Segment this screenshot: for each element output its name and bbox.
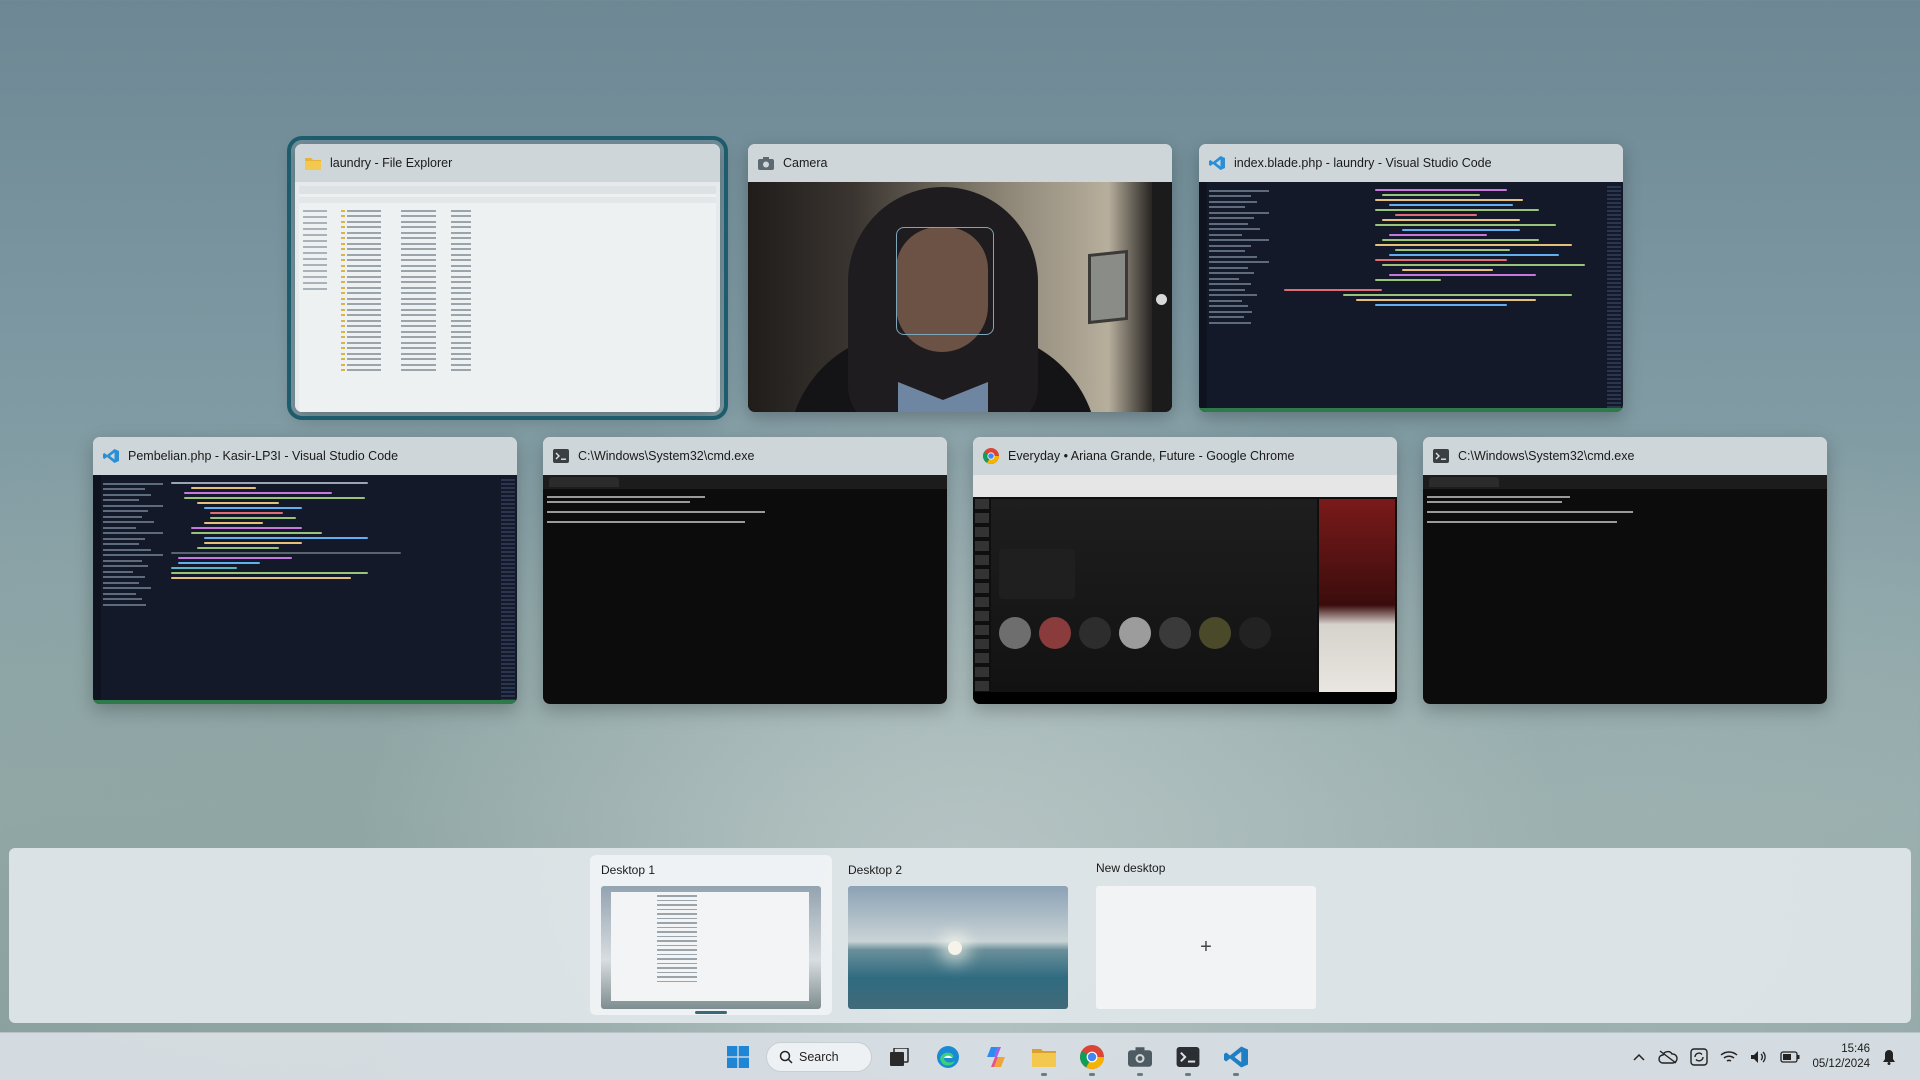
window-camera[interactable]: Camera bbox=[748, 144, 1172, 412]
chrome-icon bbox=[983, 448, 999, 464]
edge-button[interactable] bbox=[928, 1037, 968, 1077]
window-title-bar: Pembelian.php - Kasir-LP3I - Visual Stud… bbox=[93, 437, 517, 475]
face-detection-box bbox=[896, 227, 994, 335]
onedrive-icon[interactable] bbox=[1658, 1050, 1679, 1064]
window-preview bbox=[1423, 475, 1827, 704]
task-view-icon bbox=[890, 1048, 909, 1066]
clock-time: 15:46 bbox=[1841, 1043, 1870, 1055]
window-cmd-2[interactable]: C:\Windows\System32\cmd.exe bbox=[1423, 437, 1827, 704]
window-title: C:\Windows\System32\cmd.exe bbox=[578, 449, 755, 463]
window-title: Everyday • Ariana Grande, Future - Googl… bbox=[1008, 449, 1295, 463]
plus-icon: + bbox=[1200, 936, 1212, 958]
terminal-icon bbox=[1176, 1047, 1200, 1067]
edge-icon bbox=[937, 1046, 959, 1068]
window-title-bar: Camera bbox=[748, 144, 1172, 182]
file-explorer-icon bbox=[1032, 1049, 1056, 1067]
window-preview bbox=[543, 475, 947, 704]
clock-date: 05/12/2024 bbox=[1812, 1058, 1870, 1070]
window-title: C:\Windows\System32\cmd.exe bbox=[1458, 449, 1635, 463]
task-view-button[interactable] bbox=[880, 1037, 920, 1077]
chevron-up-icon[interactable] bbox=[1632, 1052, 1646, 1062]
window-vscode-index[interactable]: index.blade.php - laundry - Visual Studi… bbox=[1199, 144, 1623, 412]
clock[interactable]: 15:46 05/12/2024 bbox=[1812, 1042, 1870, 1072]
camera-icon bbox=[758, 155, 774, 171]
search-icon bbox=[779, 1050, 793, 1064]
window-preview bbox=[93, 475, 517, 704]
file-explorer-button[interactable] bbox=[1024, 1037, 1064, 1077]
vscode-icon bbox=[103, 448, 119, 464]
chrome-icon bbox=[1080, 1045, 1104, 1069]
taskbar-apps: Search bbox=[718, 1037, 1256, 1077]
sync-icon[interactable] bbox=[1690, 1048, 1709, 1066]
search-label: Search bbox=[799, 1050, 839, 1064]
new-desktop-tile[interactable]: + bbox=[1096, 886, 1316, 1009]
camera-icon bbox=[1128, 1047, 1152, 1067]
window-preview bbox=[295, 182, 720, 412]
chrome-button[interactable] bbox=[1072, 1037, 1112, 1077]
window-title-bar: index.blade.php - laundry - Visual Studi… bbox=[1199, 144, 1623, 182]
start-icon bbox=[727, 1046, 749, 1068]
window-file-explorer[interactable]: laundry - File Explorer bbox=[287, 136, 728, 420]
window-vscode-pembelian[interactable]: Pembelian.php - Kasir-LP3I - Visual Stud… bbox=[93, 437, 517, 704]
desktop-label: Desktop 1 bbox=[601, 863, 656, 877]
window-title: index.blade.php - laundry - Visual Studi… bbox=[1234, 156, 1492, 170]
camera-preview bbox=[748, 182, 1172, 412]
wifi-icon[interactable] bbox=[1720, 1050, 1738, 1064]
window-title: Pembelian.php - Kasir-LP3I - Visual Stud… bbox=[128, 449, 399, 463]
start-button[interactable] bbox=[718, 1037, 758, 1077]
new-desktop-button[interactable]: New desktop + bbox=[1085, 855, 1327, 1015]
window-title-bar: Everyday • Ariana Grande, Future - Googl… bbox=[973, 437, 1397, 475]
desktop-1[interactable]: Desktop 1 bbox=[590, 855, 832, 1015]
volume-icon[interactable] bbox=[1750, 1050, 1768, 1064]
copilot-button[interactable] bbox=[976, 1037, 1016, 1077]
window-title-bar: laundry - File Explorer bbox=[295, 144, 720, 182]
window-title-bar: C:\Windows\System32\cmd.exe bbox=[1423, 437, 1827, 475]
notification-bell-icon[interactable] bbox=[1882, 1049, 1896, 1065]
desktop-label: New desktop bbox=[1096, 861, 1166, 875]
desktop-thumbnail bbox=[848, 886, 1068, 1009]
window-cmd-1[interactable]: C:\Windows\System32\cmd.exe bbox=[543, 437, 947, 704]
terminal-button[interactable] bbox=[1168, 1037, 1208, 1077]
window-title: Camera bbox=[783, 156, 828, 170]
window-title-bar: C:\Windows\System32\cmd.exe bbox=[543, 437, 947, 475]
folder-icon bbox=[305, 155, 321, 171]
active-desktop-indicator bbox=[695, 1011, 727, 1014]
desktop-thumbnail bbox=[601, 886, 821, 1009]
window-title: laundry - File Explorer bbox=[330, 156, 453, 170]
terminal-icon bbox=[1433, 448, 1449, 464]
window-chrome[interactable]: Everyday • Ariana Grande, Future - Googl… bbox=[973, 437, 1397, 704]
vscode-icon bbox=[1209, 155, 1225, 171]
vscode-icon bbox=[1224, 1046, 1248, 1068]
terminal-icon bbox=[553, 448, 569, 464]
system-tray: 15:46 05/12/2024 bbox=[1632, 1033, 1896, 1080]
shutter-icon bbox=[1156, 294, 1167, 305]
desktop-label: Desktop 2 bbox=[848, 863, 903, 877]
desktop-2[interactable]: Desktop 2 bbox=[837, 855, 1079, 1015]
vscode-button[interactable] bbox=[1216, 1037, 1256, 1077]
window-preview bbox=[973, 475, 1397, 704]
taskbar: Search 15:46 05/12/2024 bbox=[0, 1032, 1920, 1080]
taskbar-search[interactable]: Search bbox=[766, 1042, 872, 1072]
battery-icon[interactable] bbox=[1780, 1051, 1800, 1063]
copilot-icon bbox=[987, 1047, 1005, 1067]
window-preview bbox=[1199, 182, 1623, 412]
camera-button[interactable] bbox=[1120, 1037, 1160, 1077]
